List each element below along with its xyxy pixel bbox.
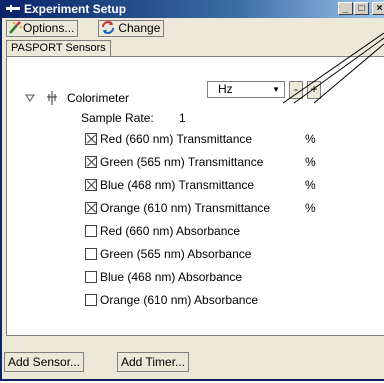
toolbar: Options... Change [4, 18, 384, 38]
measurement-label: Blue (468 nm) Absorbance [100, 270, 243, 284]
close-button[interactable]: × [372, 2, 384, 15]
chevron-down-icon: ▼ [272, 85, 280, 94]
measurement-label: Orange (610 nm) Transmittance [100, 201, 271, 215]
options-button[interactable]: Options... [6, 20, 79, 37]
measurement-unit: % [305, 155, 316, 169]
change-arrows-icon [102, 21, 114, 34]
sensor-panel: Colorimeter Sample Rate: 1 Red (660 nm) … [6, 56, 384, 336]
maximize-button[interactable]: □ [354, 2, 369, 15]
sensor-probe-icon [47, 91, 57, 105]
measurement-label: Green (565 nm) Absorbance [100, 247, 252, 261]
app-icon [6, 5, 20, 12]
title-bar[interactable]: Experiment Setup _ □ × [2, 0, 384, 18]
change-button-label: Change [118, 21, 161, 35]
measurement-checkbox[interactable] [85, 179, 97, 191]
measurement-item[interactable]: Orange (610 nm) Absorbance [85, 292, 258, 308]
sample-rate-unit-value: Hz [218, 82, 233, 96]
sensor-name: Colorimeter [67, 91, 130, 105]
measurement-label: Red (660 nm) Absorbance [100, 224, 241, 238]
triangle-down-icon[interactable] [25, 94, 35, 102]
add-sensor-button[interactable]: Add Sensor... [4, 352, 85, 372]
measurement-checkbox[interactable] [85, 248, 97, 260]
measurement-checkbox[interactable] [85, 225, 97, 237]
minimize-button[interactable]: _ [338, 2, 353, 15]
options-button-label: Options... [23, 21, 75, 35]
measurement-checkbox[interactable] [85, 271, 97, 283]
experiment-setup-window: Experiment Setup _ □ × Options... Change… [0, 0, 384, 381]
sample-rate-label: Sample Rate: [81, 111, 154, 125]
sample-rate-value: 1 [179, 111, 186, 125]
measurement-item[interactable]: Blue (468 nm) Absorbance [85, 269, 242, 285]
measurement-label: Blue (468 nm) Transmittance [100, 178, 255, 192]
measurement-label: Red (660 nm) Transmittance [100, 132, 253, 146]
measurement-checkbox[interactable] [85, 202, 97, 214]
tab-pasport-sensors[interactable]: PASPORT Sensors [6, 40, 111, 57]
measurement-item[interactable]: Blue (468 nm) Transmittance [85, 177, 254, 193]
window-title: Experiment Setup [24, 2, 127, 16]
measurement-item[interactable]: Green (565 nm) Absorbance [85, 246, 251, 262]
measurement-item[interactable]: Green (565 nm) Transmittance [85, 154, 263, 170]
options-wand-icon [9, 21, 23, 34]
add-timer-button[interactable]: Add Timer... [117, 352, 190, 372]
change-button[interactable]: Change [98, 20, 165, 37]
measurement-label: Orange (610 nm) Absorbance [100, 293, 259, 307]
measurement-checkbox[interactable] [85, 294, 97, 306]
measurement-item[interactable]: Red (660 nm) Absorbance [85, 223, 240, 239]
measurement-checkbox[interactable] [85, 133, 97, 145]
increase-rate-button[interactable]: + [307, 81, 321, 99]
measurement-label: Green (565 nm) Transmittance [100, 155, 264, 169]
decrease-rate-button[interactable]: - [289, 81, 303, 99]
sample-rate-unit-select[interactable]: Hz ▼ [207, 81, 285, 98]
measurement-item[interactable]: Red (660 nm) Transmittance [85, 131, 252, 147]
measurement-unit: % [305, 132, 316, 146]
measurement-unit: % [305, 178, 316, 192]
measurement-checkbox[interactable] [85, 156, 97, 168]
measurement-item[interactable]: Orange (610 nm) Transmittance [85, 200, 270, 216]
measurement-unit: % [305, 201, 316, 215]
